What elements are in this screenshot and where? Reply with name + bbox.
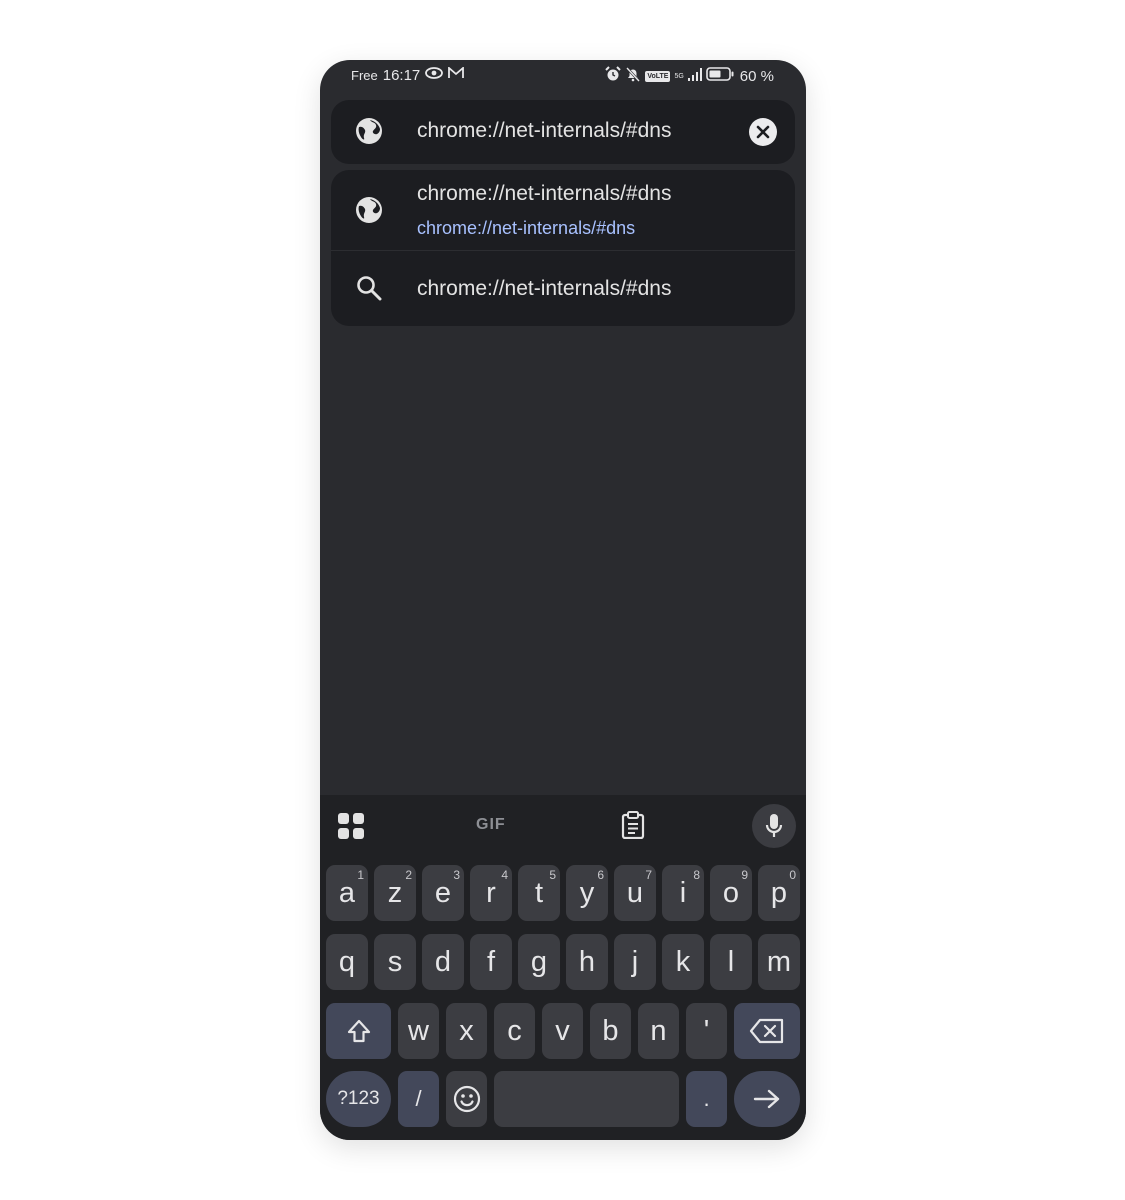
- key-hint: 5: [549, 868, 556, 882]
- key-w[interactable]: w: [398, 1003, 439, 1059]
- key-hint: 8: [693, 868, 700, 882]
- key-hint: 2: [405, 868, 412, 882]
- key-label: y: [579, 876, 595, 909]
- key-u[interactable]: u7: [614, 865, 656, 921]
- suggestion-title: chrome://net-internals/#dns: [417, 277, 672, 300]
- mic-icon: [765, 814, 783, 837]
- globe-icon: [355, 196, 383, 224]
- suggestion-search-item[interactable]: chrome://net-internals/#dns: [331, 251, 795, 326]
- volte-badge: VoLTE: [645, 71, 671, 82]
- emoji-icon: [453, 1085, 480, 1113]
- gmail-icon: [448, 66, 465, 84]
- suggestions-list: chrome://net-internals/#dns chrome://net…: [331, 170, 795, 326]
- key-label: u: [626, 876, 644, 909]
- key-label: o: [722, 876, 740, 909]
- status-right: VoLTE 5G 60 %: [605, 66, 774, 87]
- slash-key[interactable]: /: [398, 1071, 439, 1127]
- key-t[interactable]: t5: [518, 865, 560, 921]
- network-type: 5G: [674, 73, 684, 80]
- mute-bell-icon: [625, 66, 641, 87]
- status-bar: Free 16:17 VoLTE 5G 60 %: [320, 60, 806, 92]
- emoji-key[interactable]: [446, 1071, 487, 1127]
- suggestion-url-item[interactable]: chrome://net-internals/#dns chrome://net…: [331, 170, 795, 250]
- key-hint: 1: [357, 868, 364, 882]
- keyboard: GIF a1 z2 e3 r4 t5 y6 u7 i8 o9 p0 q s d …: [320, 795, 806, 1140]
- key-v[interactable]: v: [542, 1003, 583, 1059]
- key-a[interactable]: a1: [326, 865, 368, 921]
- key-p[interactable]: p0: [758, 865, 800, 921]
- key-m[interactable]: m: [758, 934, 800, 990]
- signal-icon: [687, 67, 702, 86]
- key-d[interactable]: d: [422, 934, 464, 990]
- key-b[interactable]: b: [590, 1003, 631, 1059]
- space-key[interactable]: [494, 1071, 679, 1127]
- shift-key[interactable]: [326, 1003, 391, 1059]
- key-e[interactable]: e3: [422, 865, 464, 921]
- phone-screen: Free 16:17 VoLTE 5G 60 % chrome://net-in…: [320, 60, 806, 1140]
- key-label: t: [534, 876, 544, 909]
- key-q[interactable]: q: [326, 934, 368, 990]
- clipboard-icon[interactable]: [620, 811, 646, 840]
- key-label: a: [338, 876, 356, 909]
- key-g[interactable]: g: [518, 934, 560, 990]
- key-c[interactable]: c: [494, 1003, 535, 1059]
- key-apostrophe[interactable]: ': [686, 1003, 727, 1059]
- gif-button[interactable]: GIF: [476, 816, 506, 834]
- key-f[interactable]: f: [470, 934, 512, 990]
- key-n[interactable]: n: [638, 1003, 679, 1059]
- key-y[interactable]: y6: [566, 865, 608, 921]
- key-x[interactable]: x: [446, 1003, 487, 1059]
- keyboard-toolbar: GIF: [320, 795, 806, 857]
- suggestion-url: chrome://net-internals/#dns: [417, 218, 636, 238]
- shift-icon: [347, 1019, 370, 1043]
- status-left: Free 16:17: [351, 66, 465, 84]
- alarm-icon: [605, 66, 622, 87]
- go-key[interactable]: [734, 1071, 800, 1127]
- close-icon: [756, 125, 770, 139]
- key-l[interactable]: l: [710, 934, 752, 990]
- symbols-key[interactable]: ?123: [326, 1071, 391, 1127]
- key-label: z: [387, 876, 403, 909]
- key-h[interactable]: h: [566, 934, 608, 990]
- apps-grid-icon[interactable]: [338, 813, 364, 839]
- key-hint: 4: [501, 868, 508, 882]
- globe-icon: [355, 117, 383, 145]
- key-hint: 0: [789, 868, 796, 882]
- key-r[interactable]: r4: [470, 865, 512, 921]
- clock: 16:17: [382, 66, 421, 84]
- omnibox-input[interactable]: chrome://net-internals/#dns: [417, 119, 671, 143]
- key-label: i: [679, 876, 687, 909]
- mic-button[interactable]: [752, 804, 796, 848]
- key-o[interactable]: o9: [710, 865, 752, 921]
- battery-percentage: 60 %: [739, 68, 774, 85]
- key-label: p: [770, 876, 788, 909]
- suggestion-title: chrome://net-internals/#dns: [417, 182, 672, 205]
- key-label: r: [486, 876, 496, 909]
- key-s[interactable]: s: [374, 934, 416, 990]
- key-hint: 6: [597, 868, 604, 882]
- eye-icon: [425, 66, 444, 84]
- key-z[interactable]: z2: [374, 865, 416, 921]
- key-k[interactable]: k: [662, 934, 704, 990]
- clear-button[interactable]: [749, 118, 777, 146]
- key-hint: 7: [645, 868, 652, 882]
- arrow-right-icon: [753, 1089, 780, 1109]
- carrier-label: Free: [351, 67, 378, 83]
- key-j[interactable]: j: [614, 934, 656, 990]
- backspace-key[interactable]: [734, 1003, 800, 1059]
- key-label: e: [434, 876, 452, 909]
- omnibox[interactable]: chrome://net-internals/#dns: [331, 100, 795, 164]
- period-key[interactable]: .: [686, 1071, 727, 1127]
- search-icon: [355, 274, 383, 302]
- key-hint: 9: [741, 868, 748, 882]
- battery-icon: [705, 67, 734, 86]
- backspace-icon: [749, 1018, 784, 1044]
- key-i[interactable]: i8: [662, 865, 704, 921]
- key-hint: 3: [453, 868, 460, 882]
